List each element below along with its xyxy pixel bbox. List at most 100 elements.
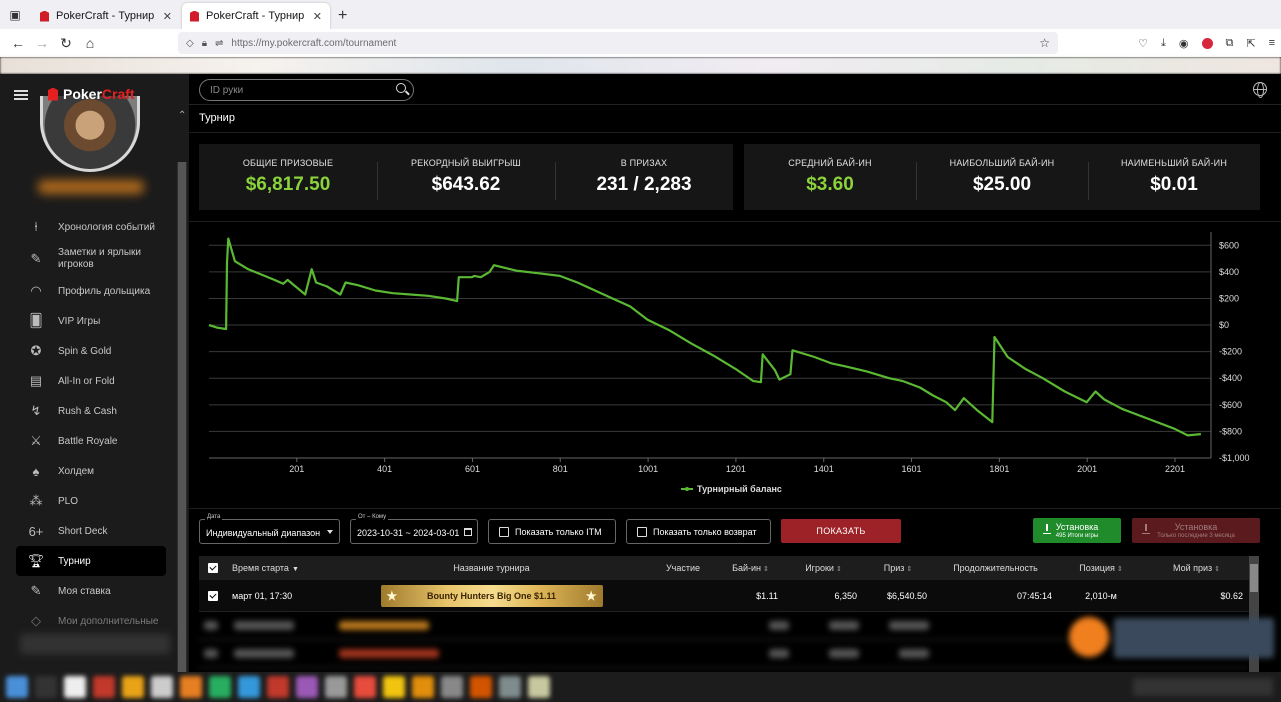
sidebar: PokerCraft ⌃ ⍿ Хронология событий ✎ Заметки…	[0, 74, 189, 672]
browser-tab-bar: ▣ PokerCraft - Турнир ✕ PokerCraft - Тур…	[0, 0, 1281, 29]
taskbar-app-icon[interactable]	[6, 676, 28, 698]
url-bar[interactable]: ◇ 🔒︎ ⇌ https://my.pokercraft.com/tournam…	[178, 32, 1058, 54]
sidebar-item[interactable]: ↯ Rush & Cash	[16, 396, 166, 426]
permissions-icon[interactable]: ⇌	[215, 38, 223, 49]
show-button[interactable]: ПОКАЗАТЬ	[781, 519, 901, 543]
url-text[interactable]: https://my.pokercraft.com/tournament	[231, 38, 396, 49]
taskbar-app-icon[interactable]	[441, 676, 463, 698]
hand-id-search[interactable]	[199, 79, 414, 101]
cell-name[interactable]: ★ Bounty Hunters Big One $1.11 ★	[334, 584, 649, 607]
extra-icon: ◇	[31, 613, 41, 628]
header-players[interactable]: Игроки ⇕	[784, 563, 863, 573]
select-all-checkbox[interactable]	[199, 563, 226, 574]
y-tick-label: -$400	[1219, 373, 1242, 383]
tab-list-icon[interactable]: ▣	[0, 0, 30, 29]
taskbar-app-icon[interactable]	[180, 676, 202, 698]
header-position[interactable]: Позиция ⇕	[1058, 563, 1144, 573]
download-recent-button[interactable]: Установка Только последние 3 месяца	[1132, 518, 1260, 543]
forward-icon[interactable]: →	[30, 35, 54, 51]
sidebar-item[interactable]: ♠ Холдем	[16, 456, 166, 486]
sort-icon: ⇕	[1214, 566, 1221, 573]
refund-only-checkbox[interactable]: Показать только возврат	[626, 519, 771, 544]
taskbar-app-icon[interactable]	[354, 676, 376, 698]
stat-card: СРЕДНИЙ БАЙ-ИН $3.60	[744, 158, 916, 196]
reload-icon[interactable]: ↻	[54, 35, 78, 52]
share-icon[interactable]: ⇱	[1246, 37, 1255, 50]
taskbar-app-icon[interactable]	[470, 676, 492, 698]
taskbar-app-icon[interactable]	[122, 676, 144, 698]
browser-tab-1[interactable]: PokerCraft - Турнир ✕	[32, 3, 180, 29]
taskbar-app-icon[interactable]	[93, 676, 115, 698]
table-row[interactable]: март 01, 17:30 ★ Bounty Hunters Big One …	[199, 580, 1249, 612]
stat-value: $643.62	[431, 174, 501, 195]
taskbar-app-icon[interactable]	[499, 676, 521, 698]
close-tab-icon[interactable]: ✕	[313, 10, 322, 23]
refund-label: Показать только возврат	[653, 526, 757, 537]
stat-label: РЕКОРДНЫЙ ВЫИГРЫШ	[410, 158, 521, 168]
chevron-up-icon[interactable]: ⌃	[178, 110, 186, 121]
sidebar-item[interactable]: ◇ Мои дополнительные	[16, 606, 166, 636]
menu-icon[interactable]: ≡	[1269, 37, 1275, 49]
account-icon[interactable]: ◉	[1179, 37, 1189, 50]
sidebar-item[interactable]: ✪ Spin & Gold	[16, 336, 166, 366]
itm-only-checkbox[interactable]: Показать только ITM	[488, 519, 616, 544]
download-button[interactable]: Установка 495 Итоги игры	[1033, 518, 1121, 543]
taskbar-app-icon[interactable]	[325, 676, 347, 698]
table-scroll-thumb[interactable]	[1250, 564, 1258, 592]
pokercraft-favicon-icon	[190, 10, 199, 22]
new-tab-icon[interactable]: +	[338, 3, 347, 29]
timeline-icon: ⍿	[34, 219, 38, 234]
legend-swatch-dot	[685, 487, 689, 491]
bookmark-star-icon[interactable]: ☆	[1039, 36, 1050, 50]
extensions-icon[interactable]: ⧉	[1226, 37, 1234, 50]
sidebar-item[interactable]: 6+ Short Deck	[16, 516, 166, 546]
shield-icon[interactable]: ◇	[186, 38, 194, 49]
taskbar-app-icon[interactable]	[209, 676, 231, 698]
search-icon[interactable]	[396, 83, 406, 93]
sidebar-scroll-thumb[interactable]	[178, 162, 186, 672]
hamburger-menu-icon[interactable]	[14, 90, 28, 100]
sidebar-item[interactable]: ⚔ Battle Royale	[16, 426, 166, 456]
extension-abp-icon[interactable]	[1201, 37, 1213, 49]
row-checkbox[interactable]	[199, 590, 226, 601]
globe-language-icon[interactable]	[1253, 82, 1267, 98]
date-range-picker[interactable]: От – Кому 2023-10-31 ~ 2024-03-01	[350, 514, 478, 544]
browser-tab-2[interactable]: PokerCraft - Турнир ✕	[182, 3, 330, 29]
date-dropdown[interactable]: Дата Индивидуальный диапазон	[199, 514, 340, 544]
sidebar-item[interactable]: ⁂ PLO	[16, 486, 166, 516]
back-icon[interactable]: ←	[6, 35, 30, 51]
sidebar-item[interactable]: 🂠 VIP Игры	[16, 306, 166, 336]
taskbar-app-icon[interactable]	[412, 676, 434, 698]
taskbar-app-icon[interactable]	[383, 676, 405, 698]
sidebar-item[interactable]: ◠ Профиль дольщика	[16, 276, 166, 306]
pokercraft-logo[interactable]: PokerCraft	[48, 86, 135, 102]
sidebar-item[interactable]: ▤ All-In or Fold	[16, 366, 166, 396]
sidebar-item[interactable]: ⍿ Хронология событий	[16, 212, 166, 242]
header-prize[interactable]: Приз ⇕	[863, 563, 933, 573]
sidebar-item-label: Заметки и ярлыки игроков	[58, 247, 142, 270]
lock-icon[interactable]: 🔒︎	[202, 38, 207, 49]
avatar[interactable]	[40, 96, 140, 172]
taskbar-app-icon[interactable]	[296, 676, 318, 698]
taskbar-app-icon[interactable]	[267, 676, 289, 698]
close-tab-icon[interactable]: ✕	[163, 10, 172, 23]
sidebar-item[interactable]: 🏆︎ Турнир	[16, 546, 166, 576]
home-icon[interactable]: ⌂	[78, 35, 102, 51]
taskbar-app-icon[interactable]	[238, 676, 260, 698]
taskbar-app-icon[interactable]	[64, 676, 86, 698]
hand-id-search-input[interactable]	[210, 84, 390, 96]
taskbar-app-icon[interactable]	[151, 676, 173, 698]
header-my-prize[interactable]: Мой приз ⇕	[1144, 563, 1249, 573]
sidebar-scrollbar[interactable]	[177, 162, 187, 672]
downloads-icon[interactable]: ⤓	[1161, 37, 1166, 50]
taskbar-app-icon[interactable]	[528, 676, 550, 698]
pocket-icon[interactable]: ♡	[1138, 37, 1148, 50]
stat-value: $25.00	[972, 174, 1032, 195]
sidebar-item[interactable]: ✎ Моя ставка	[16, 576, 166, 606]
taskbar-app-icon[interactable]	[35, 676, 57, 698]
header-buyin[interactable]: Бай-ин ⇕	[717, 563, 784, 573]
sidebar-item-label: Rush & Cash	[58, 405, 117, 417]
tournament-banner[interactable]: ★ Bounty Hunters Big One $1.11 ★	[380, 584, 603, 607]
sidebar-item[interactable]: ✎ Заметки и ярлыки игроков	[16, 242, 166, 276]
header-start-time[interactable]: Время старта ▼	[226, 563, 334, 573]
